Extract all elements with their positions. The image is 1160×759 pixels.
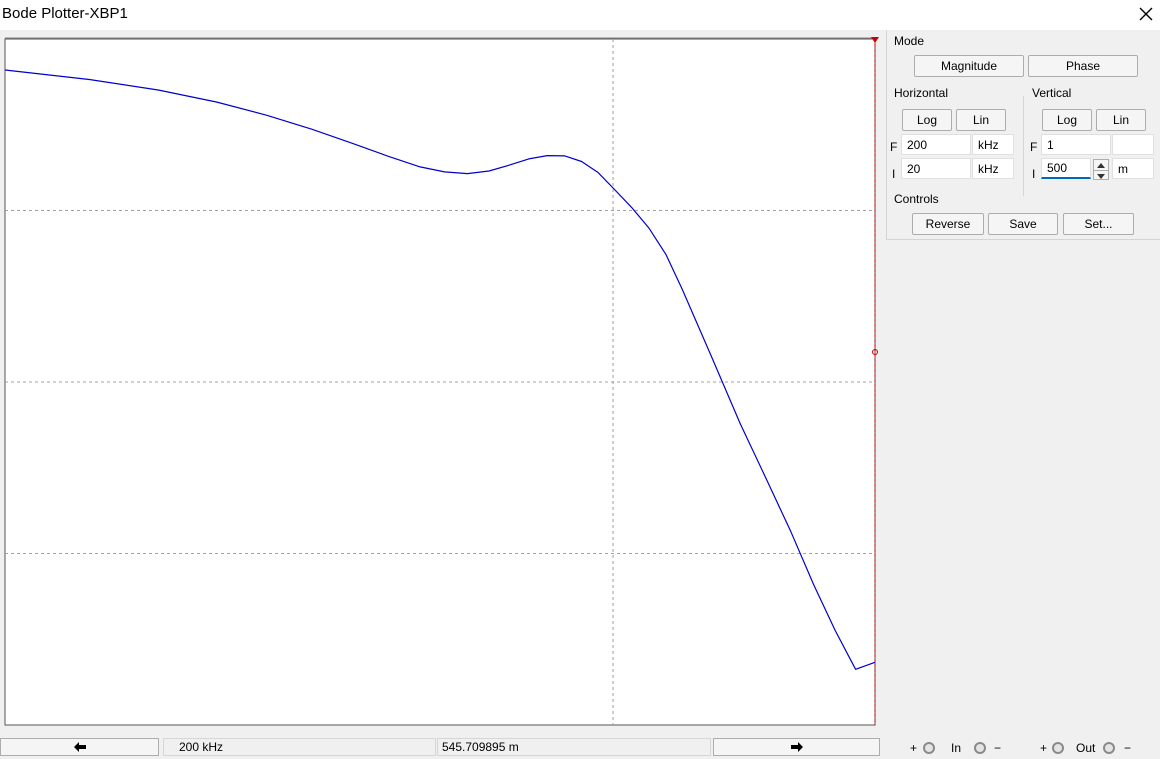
reverse-button[interactable]: Reverse (912, 213, 984, 235)
vertical-initial-input[interactable]: 500 (1041, 158, 1091, 179)
triangle-up-icon (1097, 162, 1105, 168)
phase-button[interactable]: Phase (1028, 55, 1138, 77)
triangle-down-icon (1097, 173, 1105, 179)
close-button[interactable] (1132, 0, 1160, 28)
arrow-right-icon (790, 742, 803, 752)
vertical-initial-unit[interactable]: m (1112, 158, 1154, 179)
horizontal-final-input[interactable]: 200 (901, 134, 971, 155)
in-plus-label: + (910, 741, 918, 755)
vertical-final-input[interactable]: 1 (1041, 134, 1111, 155)
vertical-initial-letter: I (1032, 167, 1036, 181)
horizontal-group-label: Horizontal (894, 86, 949, 100)
controls-group-label: Controls (894, 192, 939, 206)
set-button[interactable]: Set... (1063, 213, 1134, 235)
vertical-group-label: Vertical (1032, 86, 1072, 100)
spin-up-button[interactable] (1094, 160, 1108, 171)
cursor-right-button[interactable] (713, 738, 880, 756)
in-plus-terminal-icon[interactable] (923, 742, 935, 754)
vertical-initial-spinner[interactable] (1093, 159, 1109, 180)
cursor-value: 545.709895 m (437, 738, 711, 756)
out-plus-terminal-icon[interactable] (1052, 742, 1064, 754)
horizontal-initial-unit[interactable]: kHz (972, 158, 1014, 179)
save-button[interactable]: Save (988, 213, 1058, 235)
arrow-left-icon (73, 742, 86, 752)
control-panel: Mode Magnitude Phase Horizontal Log Lin … (884, 30, 1160, 240)
horizontal-initial-input[interactable]: 20 (901, 158, 971, 179)
vertical-final-letter: F (1030, 140, 1038, 154)
close-icon (1139, 7, 1153, 21)
magnitude-button[interactable]: Magnitude (914, 55, 1024, 77)
terminal-strip: + In − + Out − (900, 740, 1160, 758)
window-title: Bode Plotter-XBP1 (2, 5, 128, 22)
in-label: In (951, 741, 962, 755)
out-minus-terminal-icon[interactable] (1103, 742, 1115, 754)
in-minus-terminal-icon[interactable] (974, 742, 986, 754)
out-plus-label: + (1040, 741, 1048, 755)
group-separator (1023, 96, 1024, 196)
mode-group-label: Mode (894, 34, 925, 48)
out-label: Out (1076, 741, 1096, 755)
cursor-frequency: 200 kHz (163, 738, 436, 756)
out-minus-label: − (1124, 741, 1132, 755)
vertical-lin-button[interactable]: Lin (1096, 109, 1146, 131)
bode-plot[interactable] (0, 33, 884, 733)
in-minus-label: − (994, 741, 1002, 755)
status-bar: 200 kHz 545.709895 m (0, 737, 884, 759)
horizontal-final-unit[interactable]: kHz (972, 134, 1014, 155)
spin-down-button[interactable] (1094, 171, 1108, 181)
title-bar: Bode Plotter-XBP1 (0, 0, 1160, 30)
vertical-final-unit[interactable] (1112, 134, 1154, 155)
horizontal-final-letter: F (890, 140, 898, 154)
horizontal-initial-letter: I (892, 167, 896, 181)
cursor-left-button[interactable] (0, 738, 159, 756)
horizontal-lin-button[interactable]: Lin (956, 109, 1006, 131)
panel-left-border (886, 30, 887, 240)
panel-bottom-border (886, 239, 1160, 240)
bode-plot-area[interactable] (0, 33, 884, 733)
horizontal-log-button[interactable]: Log (902, 109, 952, 131)
vertical-log-button[interactable]: Log (1042, 109, 1092, 131)
